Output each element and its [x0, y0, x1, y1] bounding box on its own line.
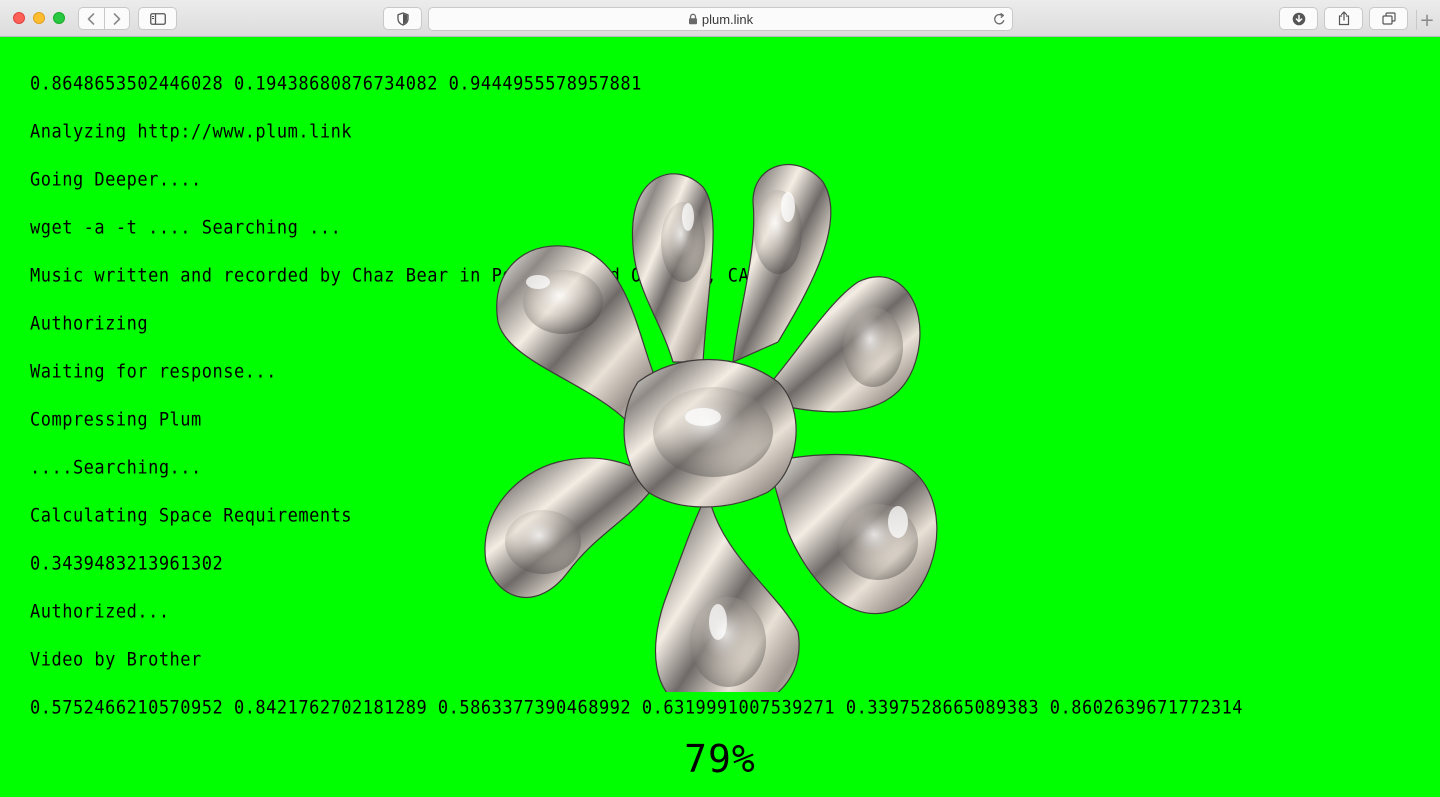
sidebar-icon [149, 12, 166, 25]
reload-icon [994, 12, 1005, 25]
sidebar-button[interactable] [138, 7, 177, 30]
progress-percentage: 79% [684, 737, 756, 781]
address-bar[interactable]: plum.link [428, 7, 1013, 31]
minimize-window-button[interactable] [33, 12, 45, 24]
browser-window: plum.link + 0.8648653502446028 0.1943868… [0, 0, 1440, 797]
plus-icon: + [1419, 9, 1435, 31]
forward-button[interactable] [103, 8, 130, 29]
new-tab-button[interactable]: + [1416, 9, 1437, 31]
shield-icon [396, 11, 409, 26]
chevron-right-icon [113, 12, 121, 25]
lock-icon [688, 13, 698, 25]
share-button[interactable] [1324, 7, 1363, 30]
download-icon [1292, 12, 1305, 25]
page-content: 0.8648653502446028 0.19438680876734082 0… [0, 37, 1440, 797]
log-line: 0.8648653502446028 0.19438680876734082 0… [30, 73, 642, 95]
privacy-report-button[interactable] [383, 7, 422, 30]
tabs-overview-icon [1381, 12, 1396, 25]
browser-toolbar: plum.link + [0, 0, 1440, 37]
url-text: plum.link [701, 11, 754, 27]
navigation-buttons [78, 7, 130, 30]
share-icon [1338, 11, 1349, 26]
chrome-splat-image [484, 164, 938, 692]
close-window-button[interactable] [13, 12, 25, 24]
chevron-left-icon [87, 12, 95, 25]
back-button[interactable] [79, 8, 104, 29]
reload-button[interactable] [993, 12, 1006, 29]
tab-overview-button[interactable] [1369, 7, 1408, 30]
maximize-window-button[interactable] [53, 12, 65, 24]
downloads-button[interactable] [1279, 7, 1318, 30]
